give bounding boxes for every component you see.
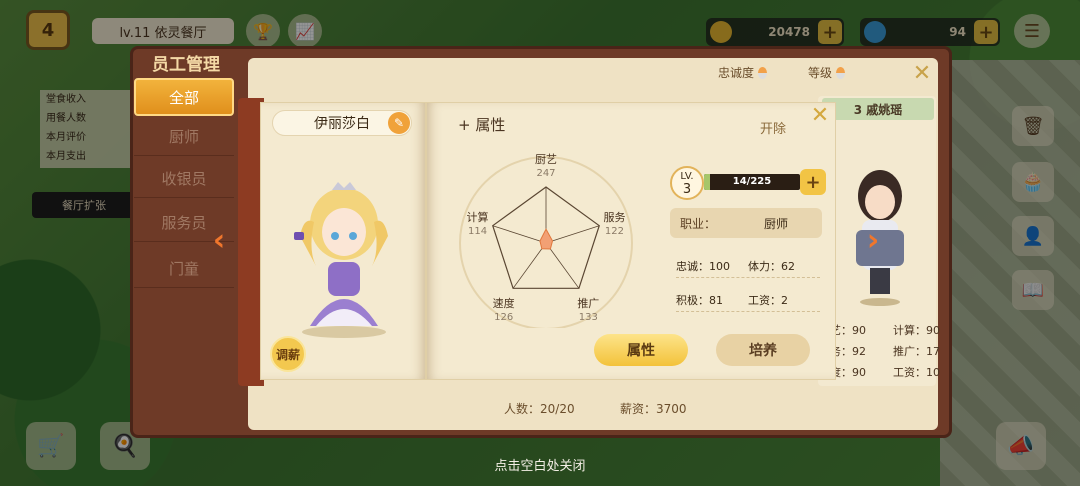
radar-axis-label: 厨艺: [535, 153, 557, 166]
job-label: 职业：: [680, 216, 717, 231]
stat: 推广：17: [893, 345, 940, 358]
wage-stat: 工资：2: [748, 294, 788, 307]
radar-axis-label: 推广: [577, 296, 599, 310]
sort-level-label: 等级: [808, 66, 833, 80]
radar-value-label: 122: [605, 226, 624, 237]
stat: 工资：10: [893, 366, 940, 379]
sort-order-icon: [758, 66, 768, 79]
tab-train[interactable]: 培养: [716, 334, 810, 366]
tab-chef[interactable]: 厨师: [134, 118, 234, 156]
stat-row: 积极：81 工资：2: [676, 292, 820, 312]
stamina-stat: 体力：62: [748, 260, 795, 273]
stat: 计算：90: [893, 324, 940, 337]
panel-title: 员工管理: [152, 55, 220, 75]
radar-value-label: 247: [536, 168, 555, 179]
positivity-stat: 积极：81: [676, 294, 723, 307]
radar-axis-label: 服务: [603, 211, 625, 224]
job-box: 职业： 厨师: [670, 208, 822, 238]
sort-order-icon: [836, 66, 846, 79]
sort-loyalty[interactable]: 忠诚度: [718, 64, 768, 81]
tab-all[interactable]: 全部: [134, 78, 234, 116]
dismiss-button[interactable]: 开除: [760, 118, 786, 137]
radar-spoke: [512, 242, 547, 289]
radar-value-label: 133: [579, 312, 598, 323]
staff-count: 人数：20/20: [504, 402, 575, 416]
adjust-salary-button[interactable]: 调薪: [270, 336, 306, 372]
job-value: 厨师: [763, 216, 788, 231]
radar-value-label: 126: [494, 312, 513, 323]
close-icon[interactable]: ✕: [808, 104, 832, 128]
radar-spoke: [545, 225, 600, 244]
radar-spoke: [545, 242, 580, 289]
plus-icon: +: [458, 116, 476, 134]
tab-cashier[interactable]: 收银员: [134, 160, 234, 198]
sort-loyalty-label: 忠诚度: [718, 66, 755, 80]
total-salary: 薪资：3700: [620, 402, 687, 416]
experience-text: 14/225: [732, 176, 772, 187]
radar-axis-label: 速度: [493, 296, 515, 310]
stat-row: 忠诚：100 体力：62: [676, 258, 820, 278]
close-hint: 点击空白处关闭: [494, 459, 586, 474]
attributes-title: + 属性: [458, 114, 505, 135]
attribute-radar-chart: 厨艺 247 服务 122 推广 133 速度 126 计算 114: [459, 153, 633, 328]
staff-portrait: [294, 182, 388, 338]
tab-attributes[interactable]: 属性: [594, 334, 688, 366]
staff-level-badge: LV. 3: [670, 166, 704, 200]
radar-value-label: 114: [468, 226, 487, 237]
edit-name-icon[interactable]: ✎: [388, 112, 410, 134]
previous-staff-arrow-icon[interactable]: ‹: [202, 222, 236, 258]
radar-axis-label: 计算: [467, 210, 489, 224]
loyalty-stat: 忠诚：100: [676, 260, 730, 273]
add-experience-button[interactable]: +: [800, 169, 826, 195]
sort-level[interactable]: 等级: [808, 64, 846, 81]
radar-value-shape: [539, 228, 554, 250]
attributes-title-text: 属性: [475, 116, 506, 134]
next-staff-name: 3 戚姚瑶: [822, 98, 934, 120]
next-staff-stats: 艺：90 计算：90 务：92 推广：17 度：90 工资：10: [830, 322, 940, 385]
level-value: 3: [682, 182, 692, 197]
close-panel-icon[interactable]: ✕: [910, 62, 934, 86]
radar-spoke: [492, 225, 547, 244]
next-staff-arrow-icon[interactable]: ›: [856, 222, 890, 258]
